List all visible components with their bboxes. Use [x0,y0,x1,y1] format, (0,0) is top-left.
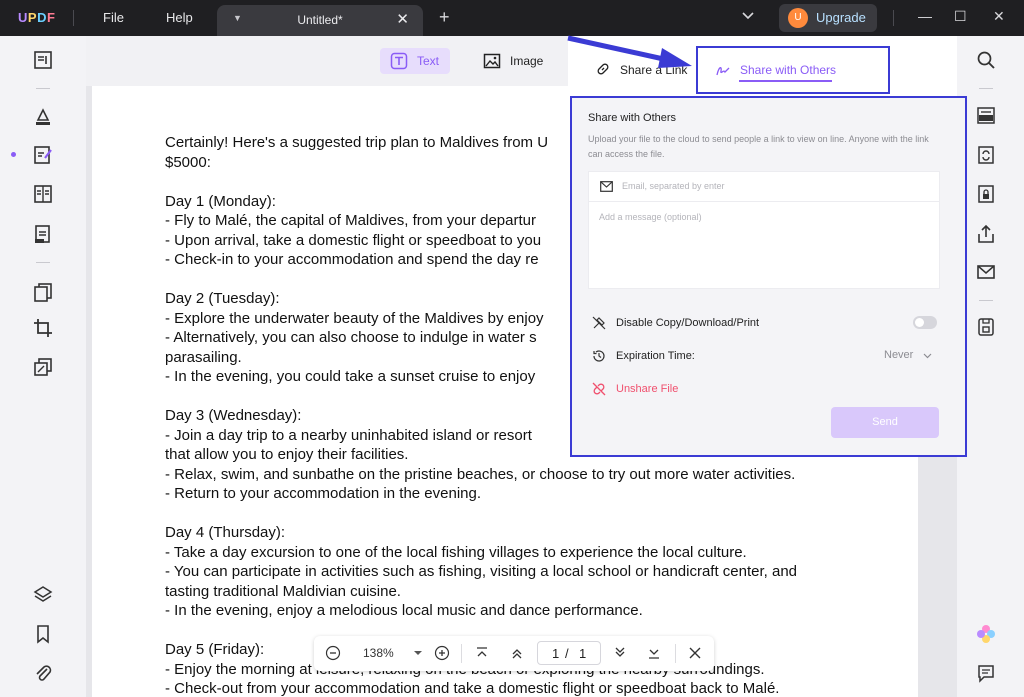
email-icon[interactable] [975,261,997,283]
disable-copy-label: Disable Copy/Download/Print [616,317,760,329]
minimize-button[interactable]: — [918,8,932,24]
avatar: U [788,8,808,28]
annotation-arrow [567,35,692,68]
page-navigation-bar: 138% 1 / 1 [314,636,714,671]
email-input[interactable]: Email, separated by enter [622,181,725,191]
title-separator [73,10,74,26]
page-layout-icon[interactable] [32,183,54,205]
chevron-down-icon [923,353,932,359]
next-page-icon[interactable] [612,645,628,661]
comment-icon[interactable] [975,662,997,684]
ai-assistant-icon[interactable] [975,623,997,645]
page-number-input[interactable]: 1 / 1 [537,641,601,665]
search-icon[interactable] [975,49,997,71]
organize-pages-icon[interactable] [32,281,54,303]
image-icon [483,53,501,69]
convert-icon[interactable] [975,144,997,166]
logo-letter: D [37,10,47,25]
bookmark-icon[interactable] [32,623,54,645]
window-close-button[interactable]: ✕ [993,8,1005,25]
upgrade-label: Upgrade [816,10,866,25]
title-bar: UPDF File Help ▼ Untitled* ✕ + U Upgrade… [0,0,1024,36]
previous-page-icon[interactable] [509,645,525,661]
sidebar-separator [979,300,993,301]
attachment-icon[interactable] [32,662,54,684]
send-button[interactable]: Send [831,407,939,438]
title-separator [893,10,894,26]
disable-copy-toggle[interactable] [913,316,937,329]
highlighter-icon[interactable] [32,106,54,128]
form-icon[interactable] [32,223,54,245]
ocr-icon[interactable] [975,104,997,126]
compress-icon[interactable] [32,356,54,378]
text-icon [390,52,408,70]
menu-help[interactable]: Help [166,10,193,25]
crop-icon[interactable] [32,317,54,339]
logo-letter: P [27,10,38,25]
tab-title: Untitled* [297,13,343,27]
tab-close-icon[interactable]: ✕ [396,10,409,28]
upgrade-button[interactable]: U Upgrade [779,4,877,32]
chevron-down-icon[interactable] [742,9,754,23]
zoom-level[interactable]: 138% [363,646,394,660]
share-with-others-panel: Share with Others Upload your file to th… [570,96,967,457]
expiration-label: Expiration Time: [616,350,695,362]
updf-logo: UPDF [18,10,55,25]
sidebar-separator [36,88,50,89]
email-row[interactable]: Email, separated by enter [589,172,939,202]
zoom-out-icon[interactable] [325,645,341,661]
document-tab[interactable]: ▼ Untitled* ✕ [217,5,423,36]
menu-file[interactable]: File [103,10,124,25]
panel-description: Upload your file to the cloud to send pe… [588,134,929,159]
reader-icon[interactable] [32,49,54,71]
image-tool-button[interactable]: Image [473,48,553,74]
unshare-label: Unshare File [616,383,679,395]
protect-icon[interactable] [975,183,997,205]
page-separator: / [565,646,569,661]
image-tool-label: Image [510,54,544,68]
share-icon[interactable] [975,223,997,245]
right-sidebar [957,36,1024,697]
nav-separator [461,644,462,663]
zoom-in-icon[interactable] [434,645,450,661]
nav-separator [675,644,676,663]
current-page: 1 [552,646,560,661]
no-copy-icon [592,316,606,330]
share-form: Email, separated by enter Add a message … [588,171,940,289]
close-icon[interactable] [687,645,703,661]
logo-letter: F [46,10,56,25]
text-tool-label: Text [417,54,440,68]
toggle-knob [915,318,924,327]
zoom-dropdown-icon[interactable] [410,645,426,661]
last-page-icon[interactable] [646,645,662,661]
sidebar-separator [979,88,993,89]
expiration-select[interactable]: Never [884,349,932,361]
message-input[interactable]: Add a message (optional) [599,212,702,222]
layers-icon[interactable] [32,584,54,606]
maximize-button[interactable]: ☐ [954,8,967,25]
active-indicator [11,152,16,157]
sidebar-separator [36,262,50,263]
new-tab-button[interactable]: + [439,7,450,28]
clock-history-icon [593,350,605,362]
mail-icon [600,181,613,192]
left-sidebar [0,36,86,697]
save-icon[interactable] [975,316,997,338]
unlink-icon [592,382,606,396]
edit-pdf-icon[interactable] [32,144,54,166]
logo-letter: U [18,10,28,25]
first-page-icon[interactable] [474,645,490,661]
total-pages: 1 [579,646,587,661]
text-tool-button[interactable]: Text [380,48,450,74]
expiration-value: Never [884,349,914,361]
panel-title: Share with Others [588,112,677,124]
annotation-highlight-box [696,46,890,94]
